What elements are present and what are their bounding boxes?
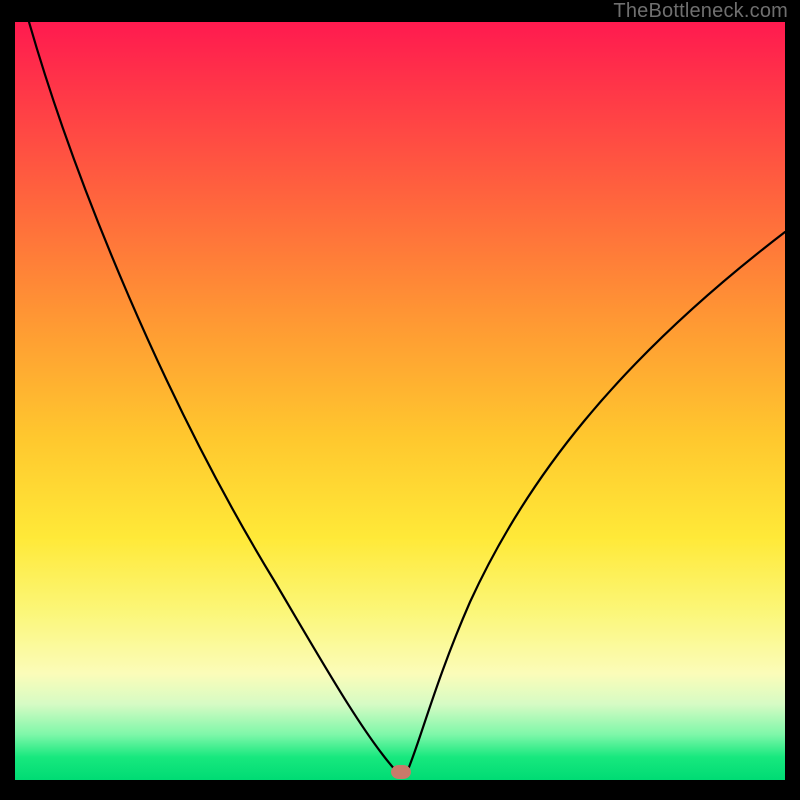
curve-left-branch [29, 22, 397, 772]
optimum-marker [391, 765, 411, 779]
curve-right-branch [407, 232, 785, 772]
chart-frame: TheBottleneck.com [0, 0, 800, 800]
plot-area [15, 22, 785, 780]
attribution-label: TheBottleneck.com [613, 0, 788, 23]
bottleneck-curve [15, 22, 785, 780]
